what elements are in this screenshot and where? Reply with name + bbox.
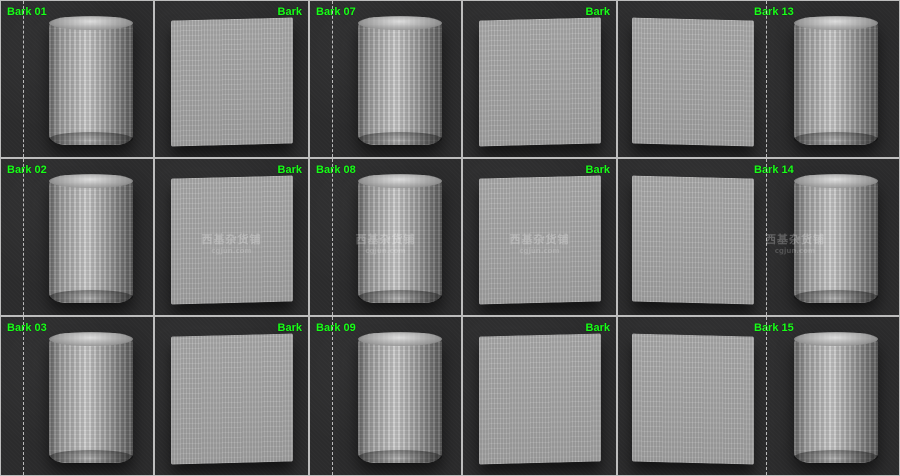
watermark-text: 西基杂货铺	[201, 233, 262, 247]
plane-preview	[632, 175, 754, 305]
viewport-bark-flat-01[interactable]: Bark	[154, 0, 309, 158]
viewport-bark-13[interactable]: Bark 13	[617, 0, 900, 158]
viewport-bark-01[interactable]: Bark 01	[0, 0, 154, 158]
watermark: 西基杂货铺 cgjun.com	[510, 231, 570, 255]
cylinder-preview	[794, 332, 878, 464]
watermark-text: 西基杂货铺	[509, 233, 570, 247]
panel-label: Bark 15	[754, 322, 794, 334]
panel-label: Bark	[277, 322, 302, 334]
dashed-guide-line	[23, 159, 24, 315]
viewport-bark-07[interactable]: Bark 07	[309, 0, 462, 158]
panel-label: Bark 01	[7, 6, 47, 18]
plane-preview	[171, 17, 293, 147]
viewport-bark-flat-08[interactable]: Bark 西基杂货铺 cgjun.com	[462, 158, 617, 316]
viewport-bark-14[interactable]: Bark 14 西基杂货铺 cgjun.com	[617, 158, 900, 316]
panel-label: Bark	[585, 6, 610, 18]
panel-label: Bark	[277, 6, 302, 18]
panel-label: Bark 09	[316, 322, 356, 334]
panel-label: Bark 03	[7, 322, 47, 334]
cylinder-preview	[358, 332, 442, 464]
viewport-bark-03[interactable]: Bark 03	[0, 316, 154, 476]
plane-preview	[479, 17, 601, 147]
watermark-subtext: cgjun.com	[774, 247, 816, 256]
dashed-guide-line	[766, 1, 767, 157]
dashed-guide-line	[332, 1, 333, 157]
plane-preview	[479, 333, 601, 465]
cylinder-preview	[49, 16, 133, 146]
watermark-text: 西基杂货铺	[765, 233, 826, 247]
viewport-bark-09[interactable]: Bark 09	[309, 316, 462, 476]
panel-label: Bark	[585, 322, 610, 334]
cylinder-preview	[49, 174, 133, 304]
watermark-subtext: cgjun.com	[211, 247, 252, 256]
dashed-guide-line	[23, 317, 24, 475]
dashed-guide-line	[766, 317, 767, 475]
viewport-bark-08[interactable]: Bark 08 西基杂货铺 cgjun.com	[309, 158, 462, 316]
plane-preview	[171, 333, 293, 465]
watermark-subtext: cgjun.com	[365, 247, 406, 256]
watermark-subtext: cgjun.com	[519, 247, 560, 256]
viewport-bark-flat-09[interactable]: Bark	[462, 316, 617, 476]
viewport-bark-15[interactable]: Bark 15	[617, 316, 900, 476]
watermark: 西基杂货铺 cgjun.com	[202, 231, 262, 255]
viewport-bark-flat-02[interactable]: Bark 西基杂货铺 cgjun.com	[154, 158, 309, 316]
watermark: 西基杂货铺 cgjun.com	[356, 231, 416, 255]
panel-label: Bark 02	[7, 164, 47, 176]
panel-label: Bark 14	[754, 164, 794, 176]
panel-label: Bark 13	[754, 6, 794, 18]
plane-preview	[632, 333, 754, 465]
cylinder-preview	[794, 16, 878, 146]
plane-preview	[632, 17, 754, 147]
panel-label: Bark 08	[316, 164, 356, 176]
viewport-bark-flat-03[interactable]: Bark	[154, 316, 309, 476]
texture-preview-grid: Bark 01 Bark Bark 07 Bark Bark 13 Bark 0…	[0, 0, 900, 476]
viewport-bark-02[interactable]: Bark 02	[0, 158, 154, 316]
panel-label: Bark	[277, 164, 302, 176]
panel-label: Bark	[585, 164, 610, 176]
watermark: 西基杂货铺 cgjun.com	[765, 231, 825, 255]
cylinder-preview	[358, 16, 442, 146]
viewport-bark-flat-07[interactable]: Bark	[462, 0, 617, 158]
panel-label: Bark 07	[316, 6, 356, 18]
dashed-guide-line	[23, 1, 24, 157]
dashed-guide-line	[332, 159, 333, 315]
cylinder-preview	[49, 332, 133, 464]
watermark-text: 西基杂货铺	[355, 233, 416, 247]
dashed-guide-line	[332, 317, 333, 475]
